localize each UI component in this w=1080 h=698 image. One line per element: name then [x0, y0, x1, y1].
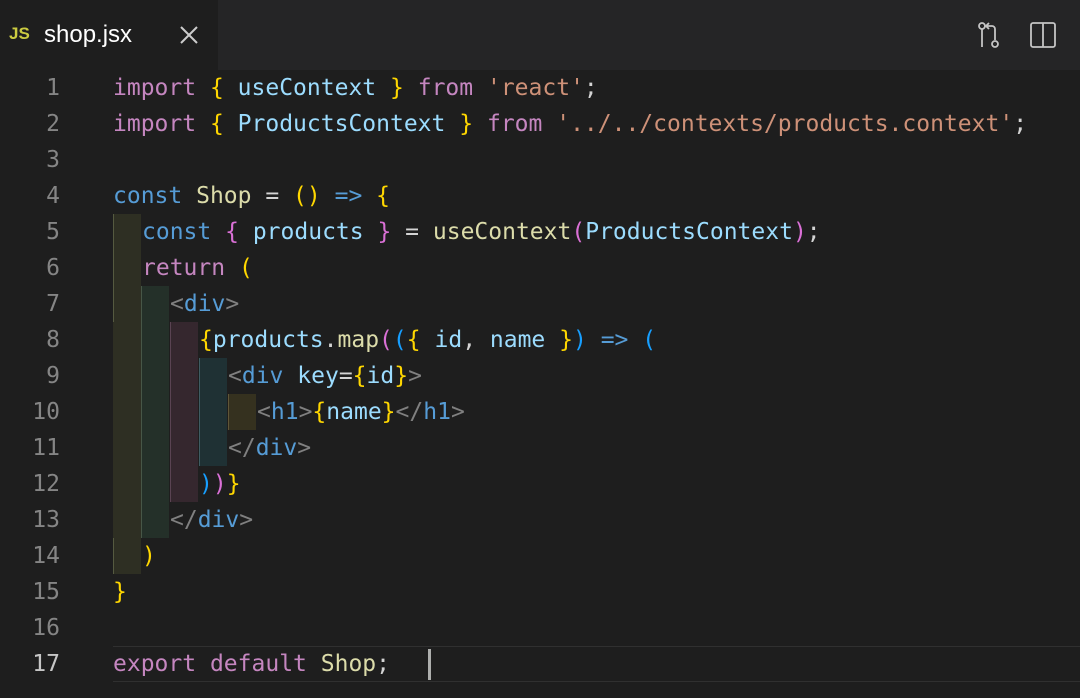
indent-guide [113, 430, 141, 466]
code-text: {products.map(({ id, name }) => ( [199, 327, 657, 353]
line-number: 9 [46, 363, 60, 389]
code-line: 8 {products.map(({ id, name }) => ( [0, 322, 1080, 358]
code-editor[interactable]: 1 import { useContext } from 'react'; 2 … [0, 70, 1080, 698]
code-line: 13 </div> [0, 502, 1080, 538]
indent-guide [113, 322, 141, 358]
javascript-file-icon: JS [9, 24, 30, 43]
indent-guide [141, 466, 169, 502]
line-number: 4 [46, 183, 60, 209]
line-number: 7 [46, 291, 60, 317]
line-number: 11 [32, 435, 60, 461]
text-cursor [428, 649, 431, 680]
tab-bar: JS shop.jsx [0, 0, 1080, 70]
code-text: return ( [142, 255, 253, 281]
line-number: 10 [32, 399, 60, 425]
indent-guide [141, 394, 169, 430]
indent-guide [141, 430, 169, 466]
line-number: 15 [32, 579, 60, 605]
line-number: 12 [32, 471, 60, 497]
code-text: <div> [170, 291, 240, 317]
code-text: } [113, 579, 127, 605]
indent-guide [170, 466, 198, 502]
line-number: 14 [32, 543, 60, 569]
line-number: 5 [46, 219, 60, 245]
code-line: 7 <div> [0, 286, 1080, 322]
code-text: ) [142, 543, 156, 569]
line-number: 8 [46, 327, 60, 353]
code-text: </div> [170, 507, 254, 533]
line-number-active: 17 [32, 651, 60, 677]
code-line: 12 ))} [0, 466, 1080, 502]
code-text: export default Shop; [113, 651, 390, 677]
code-line: 16 [0, 610, 1080, 646]
line-number: 13 [32, 507, 60, 533]
line-number: 16 [32, 615, 60, 641]
code-line: 6 return ( [0, 250, 1080, 286]
tab-title: shop.jsx [44, 21, 133, 48]
indent-guide [113, 250, 141, 286]
close-icon[interactable] [176, 22, 202, 48]
code-line: 15 } [0, 574, 1080, 610]
code-line: 1 import { useContext } from 'react'; [0, 70, 1080, 106]
indent-guide [199, 394, 227, 430]
indent-guide [113, 214, 141, 250]
indent-guide [141, 322, 169, 358]
code-line: 2 import { ProductsContext } from '../..… [0, 106, 1080, 142]
indent-guide [170, 358, 198, 394]
indent-guide [113, 538, 141, 574]
code-line: 14 ) [0, 538, 1080, 574]
indent-guide [113, 358, 141, 394]
code-line: 5 const { products } = useContext(Produc… [0, 214, 1080, 250]
indent-guide [170, 394, 198, 430]
indent-guide [170, 430, 198, 466]
indent-guide [228, 394, 256, 430]
code-text: const { products } = useContext(Products… [142, 219, 821, 245]
code-text: </div> [228, 435, 312, 461]
line-number: 3 [46, 147, 60, 173]
code-text: ))} [199, 471, 241, 497]
line-number: 6 [46, 255, 60, 281]
indent-guide [141, 358, 169, 394]
indent-guide [113, 466, 141, 502]
code-text: const Shop = () => { [113, 183, 390, 209]
indent-guide [141, 286, 169, 322]
line-number: 1 [46, 75, 60, 101]
indent-guide [199, 430, 227, 466]
split-editor-icon[interactable] [1028, 20, 1058, 50]
indent-guide [113, 286, 141, 322]
code-text: import { ProductsContext } from '../../c… [113, 111, 1028, 137]
indent-guide [113, 394, 141, 430]
line-number: 2 [46, 111, 60, 137]
indent-guide [141, 502, 169, 538]
code-line: 11 </div> [0, 430, 1080, 466]
code-text: import { useContext } from 'react'; [113, 75, 598, 101]
code-line: 3 [0, 142, 1080, 178]
code-text: <div key={id}> [228, 363, 422, 389]
indent-guide [113, 502, 141, 538]
code-line: 9 <div key={id}> [0, 358, 1080, 394]
indent-guide [199, 358, 227, 394]
compare-changes-icon[interactable] [973, 20, 1003, 50]
code-text: <h1>{name}</h1> [257, 399, 465, 425]
indent-guide [170, 322, 198, 358]
code-line: 4 const Shop = () => { [0, 178, 1080, 214]
editor-tab-shop-jsx[interactable]: JS shop.jsx [0, 0, 218, 70]
code-line: 10 <h1>{name}</h1> [0, 394, 1080, 430]
code-line-active: 17 export default Shop; [0, 646, 1080, 682]
